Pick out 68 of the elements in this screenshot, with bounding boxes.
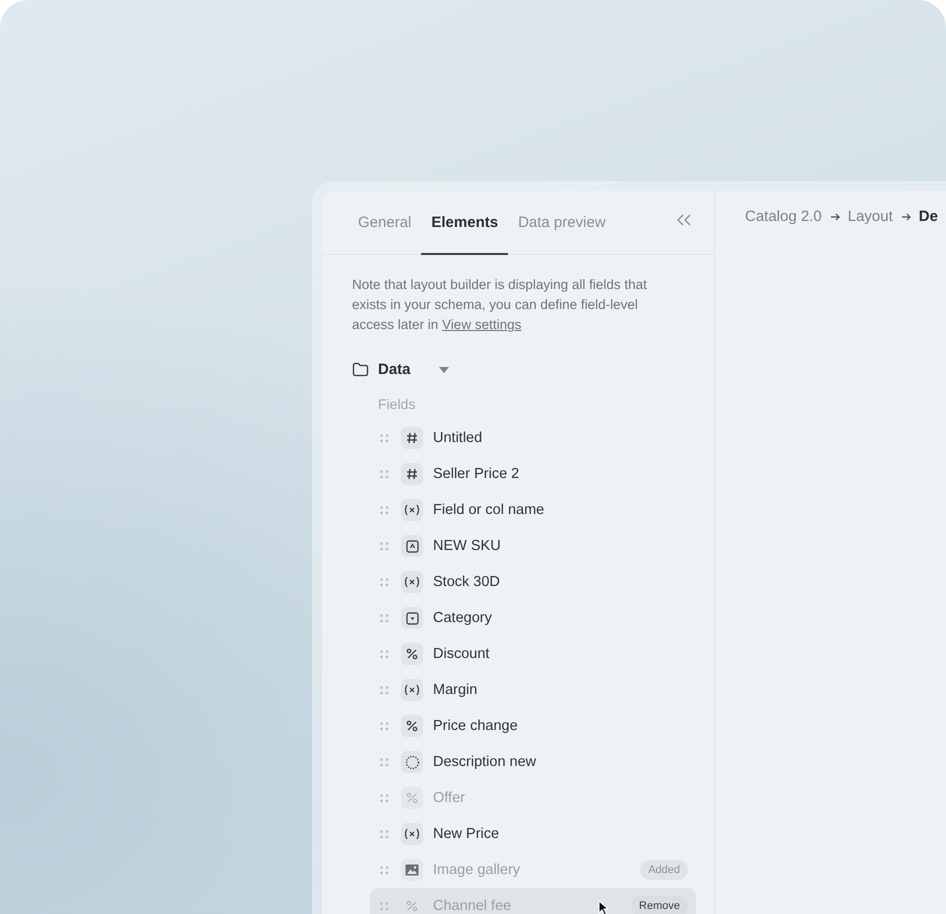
dotted-circle-icon <box>404 754 420 770</box>
field-label: Image gallery <box>433 862 520 878</box>
drag-handle-icon[interactable] <box>380 506 389 514</box>
field-label: Stock 30D <box>433 574 500 590</box>
percent-icon <box>406 720 418 732</box>
drag-handle-icon[interactable] <box>380 902 389 910</box>
drag-handle-icon[interactable] <box>380 686 389 694</box>
variable-icon <box>404 684 420 696</box>
text-icon <box>406 540 418 552</box>
field-row[interactable]: Category <box>370 600 696 636</box>
field-row[interactable]: Seller Price 2 <box>370 456 696 492</box>
field-row[interactable]: NEW SKU <box>370 528 696 564</box>
mouse-cursor-icon <box>598 900 610 914</box>
drag-handle-icon[interactable] <box>380 650 389 658</box>
field-label: Margin <box>433 682 478 698</box>
field-label: New Price <box>433 826 500 842</box>
field-label: Untitled <box>433 430 482 446</box>
view-settings-link[interactable]: View settings <box>442 317 522 332</box>
variable-icon <box>404 504 420 516</box>
section-label: Fields <box>377 395 416 414</box>
field-row[interactable]: Description new <box>370 744 696 780</box>
field-label: NEW SKU <box>433 538 501 554</box>
arrow-right-icon <box>900 212 911 220</box>
breadcrumb-item[interactable]: De <box>918 208 938 225</box>
field-label: Price change <box>433 718 518 734</box>
drag-handle-icon[interactable] <box>380 470 389 478</box>
drag-handle-icon[interactable] <box>380 794 389 802</box>
field-label: Channel fee <box>433 898 512 914</box>
hash-icon <box>406 468 418 480</box>
tab[interactable]: Elements <box>421 191 508 255</box>
field-row[interactable]: Discount <box>370 636 696 672</box>
field-row[interactable]: Margin <box>370 672 696 708</box>
field-row[interactable]: Channel fee Remove <box>370 888 696 914</box>
drag-handle-icon[interactable] <box>380 542 389 550</box>
drag-handle-icon[interactable] <box>380 434 389 442</box>
percent-icon <box>406 792 418 804</box>
percent-icon <box>406 648 418 660</box>
field-label: Seller Price 2 <box>433 466 520 482</box>
field-row[interactable]: Field or col name <box>370 492 696 528</box>
dropdown-icon <box>406 612 418 624</box>
drag-handle-icon[interactable] <box>380 758 389 766</box>
variable-icon <box>404 576 420 588</box>
added-badge: Added <box>640 860 688 880</box>
field-row[interactable]: Untitled <box>370 420 696 456</box>
field-label: Offer <box>433 790 465 806</box>
note-text: Note that layout builder is displaying all fields that exists in your schema, you can define field-level access later in View settings <box>351 276 648 334</box>
field-row[interactable]: New Price <box>370 816 696 852</box>
field-label: Field or col name <box>433 502 544 518</box>
folder-icon <box>352 362 369 377</box>
drag-handle-icon[interactable] <box>380 722 389 730</box>
group-label[interactable]: Data <box>378 361 411 378</box>
percent-icon <box>406 900 418 912</box>
hash-icon <box>406 432 418 444</box>
arrow-right-icon <box>830 212 840 220</box>
field-row[interactable]: Stock 30D <box>370 564 696 600</box>
collapse-icon[interactable] <box>676 212 692 226</box>
caret-icon[interactable] <box>438 366 450 374</box>
drag-handle-icon[interactable] <box>380 614 389 622</box>
field-label: Category <box>433 610 492 626</box>
drag-handle-icon[interactable] <box>380 830 389 838</box>
field-row[interactable]: Price change <box>370 708 696 744</box>
image-icon <box>405 864 419 876</box>
variable-icon <box>404 828 420 840</box>
drag-handle-icon[interactable] <box>380 578 389 586</box>
field-label: Discount <box>433 646 490 662</box>
drag-handle-icon[interactable] <box>380 866 389 874</box>
remove-button[interactable]: Remove <box>631 896 688 914</box>
field-label: Description new <box>433 754 536 770</box>
